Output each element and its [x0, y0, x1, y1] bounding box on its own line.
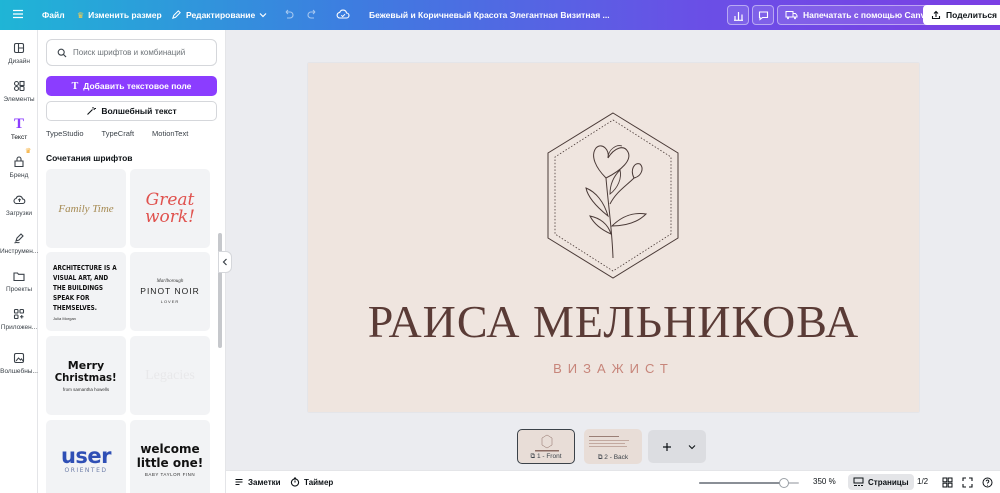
- save-status-button[interactable]: [336, 8, 350, 24]
- chevron-left-icon: [222, 258, 227, 266]
- font-combo-tile[interactable]: Family Time: [46, 169, 126, 248]
- folder-icon: [13, 271, 25, 281]
- font-search-box[interactable]: [46, 39, 217, 66]
- add-text-box-button[interactable]: T Добавить текстовое поле: [46, 76, 217, 96]
- help-button[interactable]: [982, 477, 993, 491]
- page-1-label: ⧉ 1 - Front: [530, 453, 562, 460]
- chevron-down-icon[interactable]: [688, 443, 696, 451]
- redo-button[interactable]: [306, 8, 319, 24]
- notes-button[interactable]: Заметки: [234, 477, 281, 487]
- zoom-level-button[interactable]: 350 %: [813, 477, 836, 486]
- pencil-icon: [172, 10, 181, 19]
- comment-icon: [758, 10, 768, 21]
- font-combo-tile[interactable]: Great work!: [130, 169, 210, 248]
- top-bar: Файл ♛ Изменить размер Редактирование Бе…: [0, 0, 1000, 30]
- page-thumbnail-front[interactable]: ⧉ 1 - Front: [517, 429, 575, 464]
- rail-item-magic-media[interactable]: Волшебны...: [0, 350, 38, 375]
- comments-button[interactable]: [752, 5, 774, 25]
- magic-text-button[interactable]: Волшебный текст: [46, 101, 217, 121]
- font-combo-tile[interactable]: welcome little one! BABY TAYLOR FINN: [130, 420, 210, 493]
- font-combo-tile[interactable]: ARCHITECTURE IS A VISUAL ART, AND THE BU…: [46, 252, 126, 331]
- cloud-upload-icon: [12, 195, 25, 205]
- business-card-canvas[interactable]: [308, 63, 919, 412]
- add-page-button[interactable]: [648, 430, 706, 463]
- chip-typecraft[interactable]: TypeCraft: [102, 129, 135, 138]
- hamburger-icon: [13, 9, 23, 19]
- magic-media-icon: [13, 352, 25, 364]
- collapse-panel-button[interactable]: [218, 251, 232, 273]
- edit-mode-button[interactable]: Редактирование: [171, 9, 267, 20]
- zoom-slider[interactable]: [699, 478, 799, 488]
- page-thumbnail-back[interactable]: ⧉ 2 - Back: [584, 429, 642, 464]
- font-combo-tile[interactable]: Legacies: [130, 336, 210, 415]
- chip-motiontext[interactable]: MotionText: [152, 129, 188, 138]
- shapes-icon: [13, 80, 25, 92]
- card-role-text[interactable]: ВИЗАЖИСТ: [308, 361, 919, 376]
- crown-icon: ♛: [25, 148, 32, 155]
- font-combinations-title: Сочетания шрифтов: [46, 153, 133, 163]
- rail-item-elements[interactable]: Элементы: [0, 78, 38, 103]
- fullscreen-button[interactable]: [962, 477, 973, 491]
- rail-item-apps[interactable]: Приложен...: [0, 306, 38, 331]
- page-count[interactable]: 1/2: [917, 477, 928, 486]
- zoom-slider-thumb[interactable]: [779, 478, 789, 488]
- zoom-slider-fill: [699, 482, 784, 484]
- font-combo-tile[interactable]: Marlborough PINOT NOIR LOVER: [130, 252, 210, 331]
- pages-icon: [853, 477, 864, 486]
- notes-icon: [235, 478, 243, 486]
- brand-icon: [14, 156, 24, 168]
- grid-view-button[interactable]: [942, 477, 953, 491]
- magic-wand-icon: [87, 107, 97, 115]
- pages-view-button[interactable]: Страницы: [848, 474, 914, 490]
- resize-button[interactable]: ♛ Изменить размер: [77, 10, 162, 20]
- chip-typestudio[interactable]: TypeStudio: [46, 129, 84, 138]
- bottom-bar: Заметки Таймер 350 % Страницы 1/2: [226, 470, 1000, 493]
- font-combo-tile[interactable]: Merry Christmas! from samantha howells: [46, 336, 126, 415]
- rail-item-uploads[interactable]: Загрузки: [0, 192, 38, 217]
- timer-icon: [290, 477, 300, 487]
- undo-icon: [285, 9, 294, 19]
- bar-chart-icon: [733, 11, 743, 21]
- left-rail: Дизайн Элементы T Текст ♛ Бренд Загрузки…: [0, 30, 38, 493]
- redo-icon: [307, 9, 316, 19]
- rail-item-design[interactable]: Дизайн: [0, 40, 38, 65]
- rail-item-brand[interactable]: ♛ Бренд: [0, 148, 38, 179]
- cloud-check-icon: [336, 9, 350, 19]
- card-name-text[interactable]: РАИСА МЕЛЬНИКОВА: [308, 295, 919, 348]
- draw-icon: [14, 233, 24, 244]
- layout-icon: [13, 42, 25, 54]
- document-title[interactable]: Бежевый и Коричневый Красота Элегантная …: [369, 10, 610, 20]
- insights-button[interactable]: [727, 5, 749, 25]
- truck-icon: [785, 11, 798, 20]
- share-button[interactable]: Поделиться: [923, 5, 1000, 25]
- share-upload-icon: [931, 10, 941, 20]
- font-search-input[interactable]: [73, 48, 203, 57]
- timer-button[interactable]: Таймер: [290, 477, 333, 487]
- plus-icon: [663, 442, 671, 451]
- floral-hexagon-logo[interactable]: [538, 108, 688, 283]
- chevron-down-icon: [259, 12, 267, 17]
- rail-item-text[interactable]: T Текст: [0, 116, 38, 141]
- apps-icon: [13, 308, 25, 320]
- undo-button[interactable]: [282, 8, 295, 24]
- crown-icon: ♛: [77, 10, 85, 20]
- text-panel: T Добавить текстовое поле Волшебный текс…: [38, 30, 226, 493]
- grid-view-icon: [942, 477, 953, 488]
- text-icon: T: [71, 80, 79, 92]
- text-icon: T: [13, 116, 24, 132]
- file-menu[interactable]: Файл: [42, 10, 65, 20]
- page-2-label: ⧉ 2 - Back: [597, 454, 629, 461]
- print-with-canva-button[interactable]: Напечатать с помощью Canva: [777, 5, 939, 25]
- help-icon: [982, 477, 993, 488]
- main-menu-button[interactable]: [12, 8, 24, 20]
- fullscreen-icon: [962, 477, 973, 488]
- font-filter-chips: TypeStudio TypeCraft MotionText: [46, 129, 188, 138]
- search-icon: [57, 48, 67, 57]
- rail-item-projects[interactable]: Проекты: [0, 268, 38, 293]
- rail-item-draw[interactable]: Инструмен...: [0, 230, 38, 255]
- font-combo-tile[interactable]: user ORIENTED: [46, 420, 126, 493]
